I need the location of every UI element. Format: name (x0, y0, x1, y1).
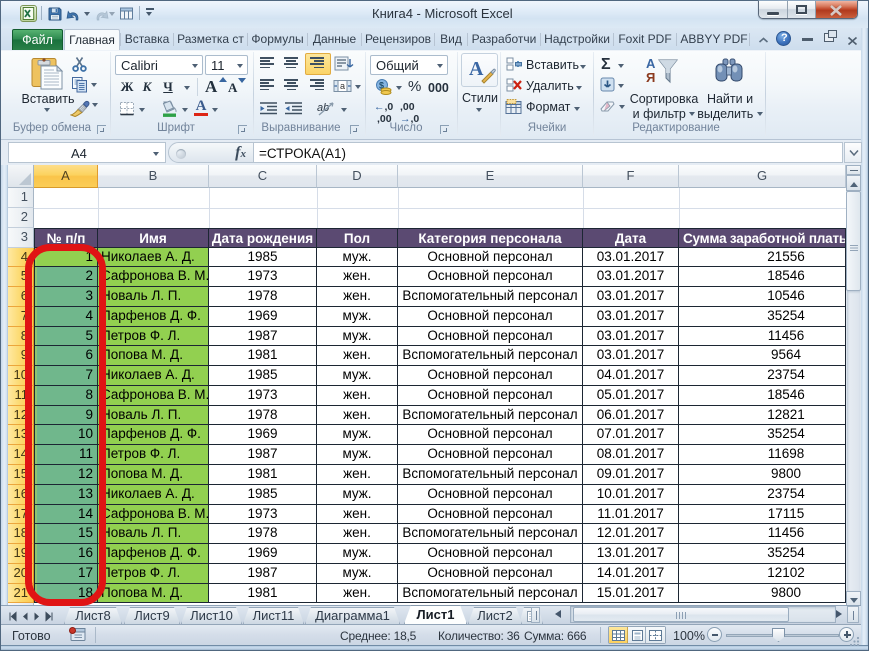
svg-text:a: a (340, 81, 345, 91)
svg-text:А: А (646, 56, 656, 71)
svg-text:Я: Я (646, 70, 655, 85)
